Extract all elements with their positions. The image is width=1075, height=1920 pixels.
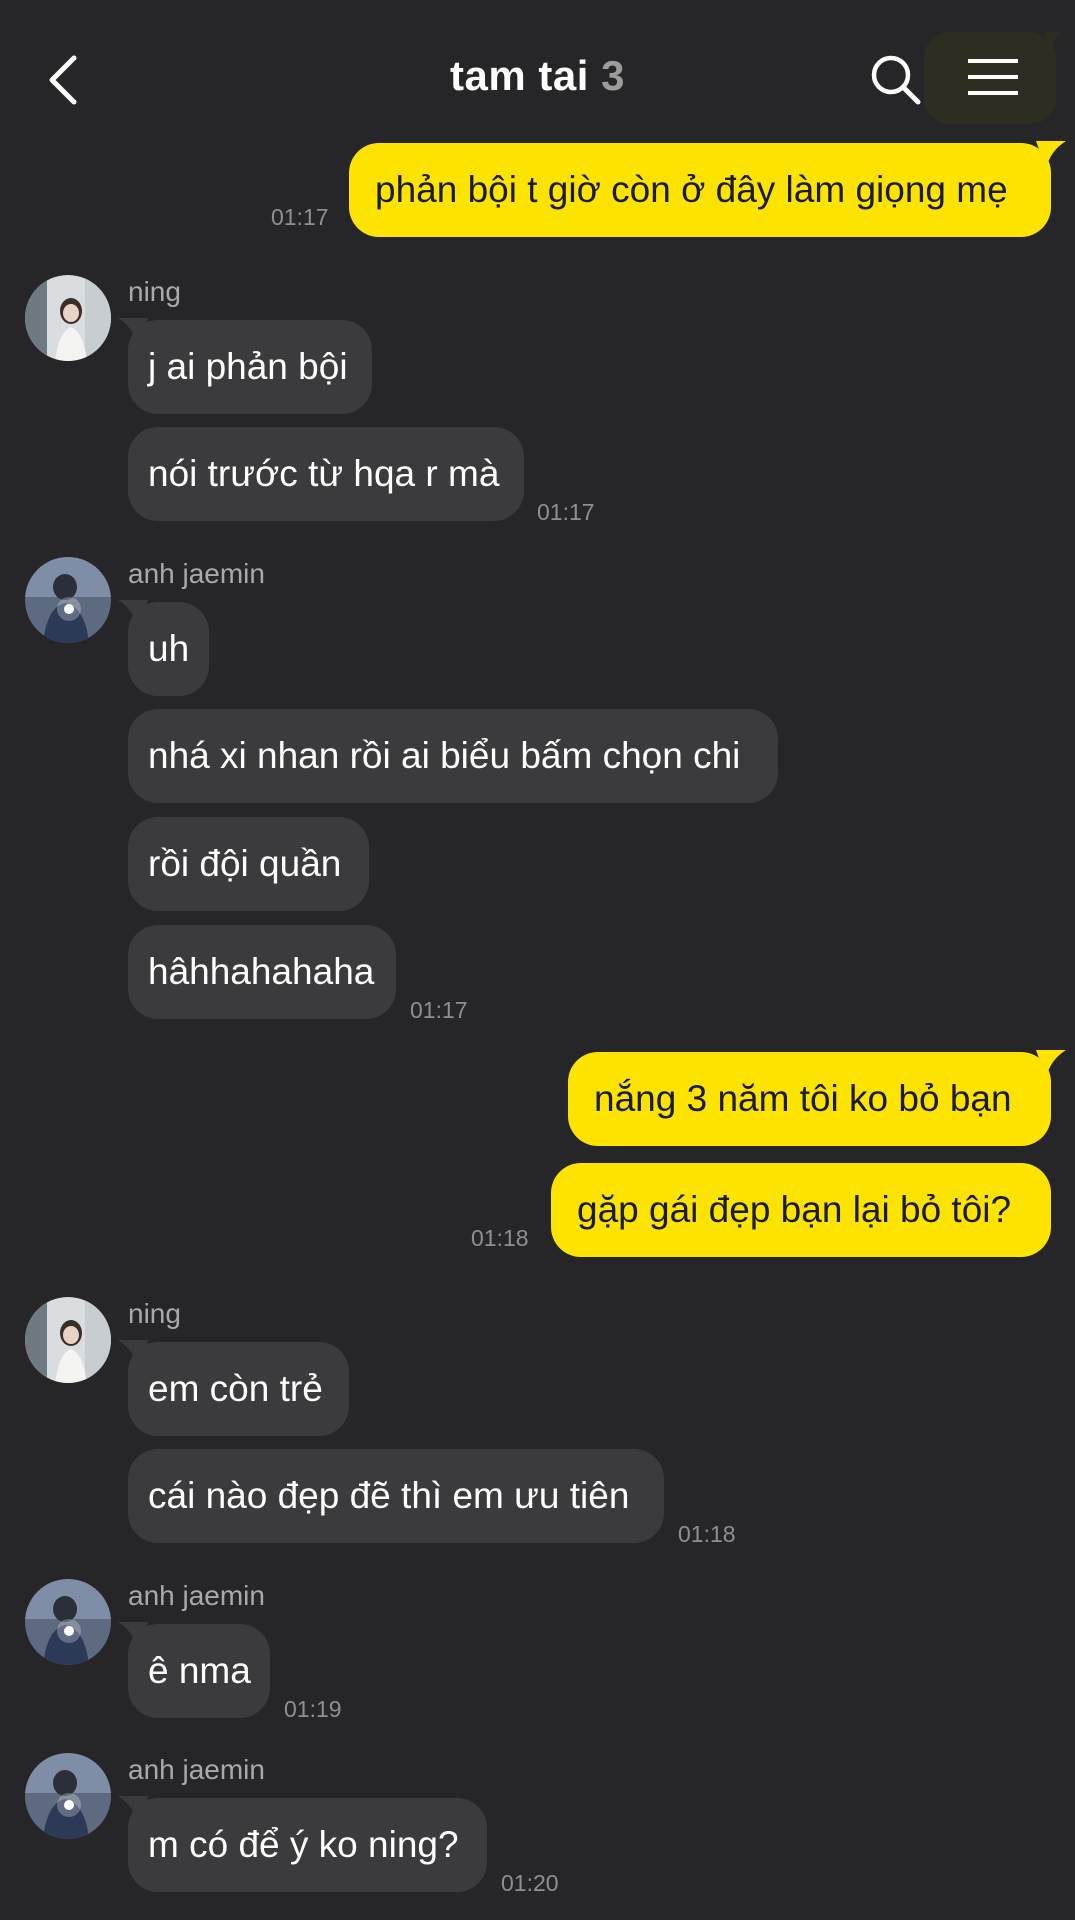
sender-name: anh jaemin [128, 1580, 265, 1611]
message-timestamp: 01:18 [471, 1225, 529, 1251]
message-timestamp: 01:17 [271, 204, 329, 230]
avatar-anh-jaemin[interactable] [25, 557, 111, 643]
menu-icon [968, 59, 1018, 95]
sender-name: anh jaemin [128, 558, 265, 589]
chat-header: tam tai 3 [0, 0, 1075, 150]
ning-profile-photo [25, 275, 111, 361]
ning-profile-photo [25, 1297, 111, 1383]
chat-name: tam tai [450, 52, 589, 99]
incoming-message[interactable]: j ai phản bội [128, 320, 372, 414]
outgoing-message[interactable]: phản bội t giờ còn ở đây làm giọng mẹ [349, 143, 1051, 237]
sender-name: ning [128, 276, 181, 307]
menu-bubble-tail [1044, 32, 1062, 54]
search-button[interactable] [866, 50, 926, 110]
incoming-message[interactable]: em còn trẻ [128, 1342, 349, 1436]
incoming-message[interactable]: uh [128, 602, 209, 696]
jaemin-profile-photo [25, 1579, 111, 1665]
message-timestamp: 01:17 [537, 499, 595, 525]
search-icon [871, 55, 921, 105]
incoming-message[interactable]: nói trước từ hqa r mà [128, 427, 524, 521]
incoming-message[interactable]: nhá xi nhan rồi ai biểu bấm chọn chi [128, 709, 778, 803]
outgoing-bubble-tail [1036, 1050, 1066, 1078]
message-timestamp: 01:18 [678, 1521, 736, 1547]
sender-name: anh jaemin [128, 1754, 265, 1785]
incoming-message[interactable]: cái nào đẹp đẽ thì em ưu tiên [128, 1449, 664, 1543]
outgoing-message[interactable]: nắng 3 năm tôi ko bỏ bạn [568, 1052, 1051, 1146]
message-timestamp: 01:20 [501, 1870, 559, 1896]
avatar-ning[interactable] [25, 275, 111, 361]
message-timestamp: 01:17 [410, 997, 468, 1023]
outgoing-bubble-tail [1036, 141, 1066, 169]
avatar-anh-jaemin[interactable] [25, 1579, 111, 1665]
avatar-anh-jaemin[interactable] [25, 1753, 111, 1839]
incoming-message[interactable]: m có để ý ko ning? [128, 1798, 487, 1892]
menu-button[interactable] [924, 32, 1062, 124]
avatar-ning[interactable] [25, 1297, 111, 1383]
incoming-message[interactable]: ê nma [128, 1624, 270, 1718]
outgoing-message[interactable]: gặp gái đẹp bạn lại bỏ tôi? [551, 1163, 1051, 1257]
incoming-message[interactable]: rồi đội quần [128, 817, 369, 911]
jaemin-profile-photo [25, 557, 111, 643]
jaemin-profile-photo [25, 1753, 111, 1839]
incoming-message[interactable]: hâhhahahaha [128, 925, 396, 1019]
message-timestamp: 01:19 [284, 1696, 342, 1722]
sender-name: ning [128, 1298, 181, 1329]
member-count: 3 [601, 52, 625, 99]
